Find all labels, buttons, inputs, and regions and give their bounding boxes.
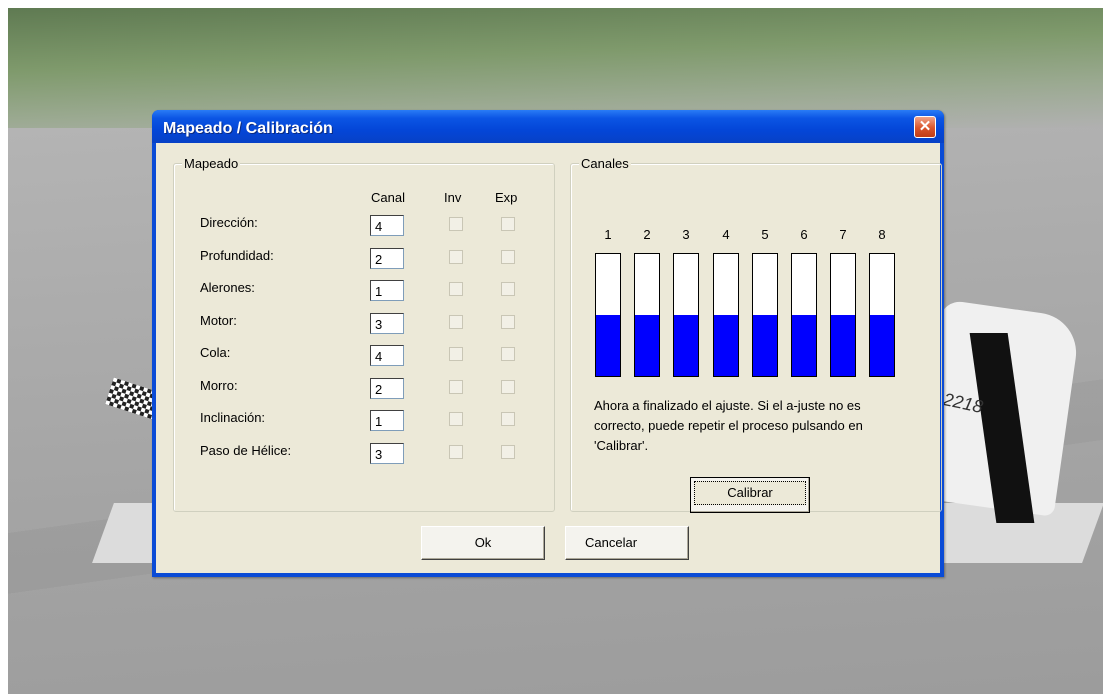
- mapping-row-label: Cola:: [200, 345, 231, 360]
- invert-checkbox[interactable]: [449, 314, 463, 329]
- channel-input[interactable]: 2: [370, 377, 404, 399]
- exponential-checkbox[interactable]: [501, 347, 515, 361]
- mapping-row-label: Paso de Hélice:: [200, 442, 292, 458]
- exponential-checkbox[interactable]: [501, 444, 515, 459]
- channel-number-label: 1: [604, 227, 612, 242]
- ok-button[interactable]: Ok: [421, 526, 545, 560]
- close-icon: ✕: [918, 118, 932, 135]
- channel-number-label: 6: [800, 227, 808, 242]
- column-header-exp: Exp: [495, 190, 518, 205]
- exponential-checkbox[interactable]: [501, 412, 515, 426]
- mapping-row-label: Profundidad:: [200, 247, 274, 263]
- invert-checkbox[interactable]: [449, 347, 463, 361]
- mapping-row-label: Morro:: [200, 377, 238, 393]
- title-bar[interactable]: Mapeado / Calibración ✕: [152, 110, 944, 143]
- channel-input[interactable]: 4: [370, 215, 404, 236]
- invert-checkbox[interactable]: [449, 444, 463, 459]
- column-header-inv: Inv: [444, 190, 462, 205]
- channel-input[interactable]: 3: [370, 312, 404, 334]
- mapping-group-label: Mapeado: [182, 156, 241, 171]
- exponential-checkbox[interactable]: [501, 282, 515, 296]
- channel-level-fill: [635, 315, 659, 376]
- mapping-row-label: Motor:: [200, 312, 237, 328]
- channel-number-label: 5: [761, 227, 769, 242]
- mapping-row-label: Alerones:: [200, 280, 255, 295]
- channel-level-meter: [830, 253, 856, 377]
- invert-checkbox[interactable]: [449, 379, 463, 394]
- channels-group-label: Canales: [579, 156, 631, 171]
- channel-level-meter: [713, 253, 739, 377]
- dialog-title: Mapeado / Calibración: [163, 120, 333, 137]
- channel-level-fill: [831, 315, 855, 376]
- invert-checkbox[interactable]: [449, 282, 463, 296]
- exponential-checkbox[interactable]: [501, 379, 515, 394]
- channel-level-meter: [752, 253, 778, 377]
- invert-checkbox[interactable]: [449, 249, 463, 264]
- mapping-row-label: Dirección:: [200, 215, 258, 230]
- exponential-checkbox[interactable]: [501, 249, 515, 264]
- channel-level-meter: [791, 253, 817, 377]
- column-header-canal: Canal: [371, 190, 405, 205]
- invert-checkbox[interactable]: [449, 217, 463, 231]
- dialog-client-area: Mapeado Canales Canal Inv Exp Dirección:…: [156, 143, 942, 573]
- channel-level-meter: [595, 253, 621, 377]
- mapping-row-label: Inclinación:: [200, 410, 266, 425]
- channel-level-fill: [792, 315, 816, 376]
- channel-level-fill: [870, 315, 894, 376]
- channel-input[interactable]: 2: [370, 247, 404, 269]
- channel-input[interactable]: 1: [370, 410, 404, 431]
- calibrate-button[interactable]: Calibrar: [690, 477, 810, 513]
- channel-number-label: 4: [722, 227, 730, 242]
- close-button[interactable]: ✕: [914, 116, 936, 138]
- channel-number-label: 8: [878, 227, 886, 242]
- channel-input[interactable]: 3: [370, 442, 404, 464]
- channel-input[interactable]: 4: [370, 345, 404, 366]
- calibrate-button-label: Calibrar: [694, 481, 806, 505]
- channel-level-meter: [869, 253, 895, 377]
- calibration-dialog: Mapeado / Calibración ✕ Mapeado Canales …: [152, 110, 944, 577]
- channel-level-fill: [753, 315, 777, 376]
- channel-level-fill: [714, 315, 738, 376]
- channel-number-label: 3: [682, 227, 690, 242]
- calibration-status-text: Ahora a finalizado el ajuste. Si el a-ju…: [594, 398, 863, 453]
- channel-level-fill: [674, 315, 698, 376]
- channel-number-label: 7: [839, 227, 847, 242]
- channel-level-meter: [634, 253, 660, 377]
- channel-level-meter: [673, 253, 699, 377]
- invert-checkbox[interactable]: [449, 412, 463, 426]
- cancel-button[interactable]: Cancelar: [565, 526, 689, 560]
- channel-input[interactable]: 1: [370, 280, 404, 301]
- channel-level-fill: [596, 315, 620, 376]
- exponential-checkbox[interactable]: [501, 217, 515, 231]
- channel-number-label: 2: [643, 227, 651, 242]
- exponential-checkbox[interactable]: [501, 314, 515, 329]
